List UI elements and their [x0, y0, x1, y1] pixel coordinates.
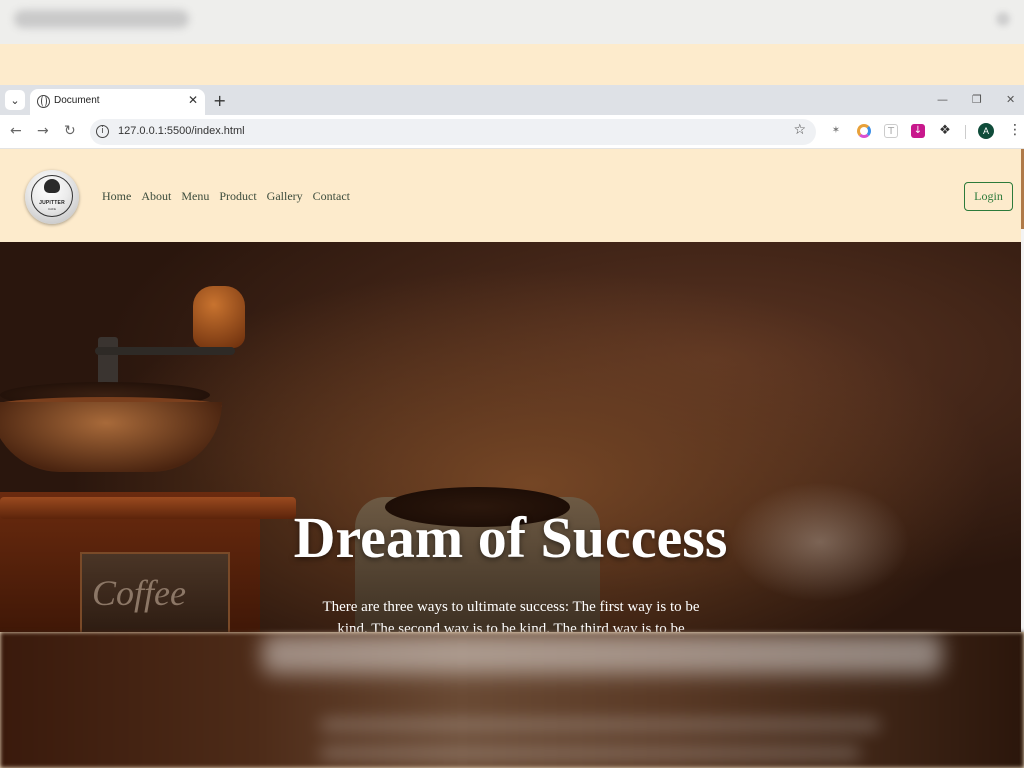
browser-toolbar: ← → ↻ i 127.0.0.1:5500/index.html ☆ ✶ T … [0, 115, 1024, 149]
hero-text: There are three ways to ultimate success… [322, 599, 700, 632]
logo-subtext: CAFE [47, 207, 56, 211]
grinder-crank-image [95, 347, 235, 355]
address-bar[interactable]: i 127.0.0.1:5500/index.html ☆ [90, 119, 816, 145]
background-band [0, 44, 1024, 85]
hero-title: Dream of Success [293, 505, 728, 570]
minimize-icon[interactable]: — [937, 93, 948, 106]
site-header: JUPITTER CAFE Home About Menu Product Ga… [0, 149, 1021, 242]
nav-item-gallery[interactable]: Gallery [267, 189, 303, 204]
plus-icon[interactable]: + [213, 91, 226, 110]
blurred-icon [996, 12, 1010, 26]
blurred-line [320, 748, 860, 758]
url-text[interactable]: 127.0.0.1:5500/index.html [118, 125, 245, 137]
login-button[interactable]: Login [964, 182, 1013, 211]
hero-section: Coffee Dream of Success There are three … [0, 242, 1021, 632]
chevron-down-icon[interactable]: ⌄ [5, 90, 25, 110]
puzzle-icon[interactable]: ❖ [938, 124, 952, 138]
grinder-bowl-image [0, 402, 222, 472]
close-icon[interactable]: ✕ [188, 93, 198, 107]
main-nav: Home About Menu Product Gallery Contact [102, 189, 350, 204]
restore-icon[interactable]: ❐ [972, 93, 982, 106]
tab-title: Document [54, 95, 100, 106]
arrow-right-icon[interactable]: → [37, 123, 49, 139]
site-logo[interactable]: JUPITTER CAFE [25, 170, 79, 224]
arrow-left-icon[interactable]: ← [10, 123, 22, 139]
extension-bug-icon[interactable]: ✶ [829, 124, 843, 138]
info-icon[interactable]: i [96, 125, 109, 138]
more-vertical-icon[interactable]: ⋮ [1008, 122, 1022, 138]
grinder-panel-lettering: Coffee [92, 573, 186, 613]
nav-item-contact[interactable]: Contact [313, 189, 350, 204]
star-icon[interactable]: ☆ [793, 122, 806, 138]
logo-emblem [44, 179, 60, 193]
toolbar-divider [965, 125, 966, 139]
blurred-text [14, 10, 189, 28]
extension-color-icon[interactable] [857, 124, 871, 138]
logo-text: JUPITTER [39, 200, 65, 206]
browser-tab[interactable]: Document ✕ [30, 89, 205, 115]
nav-item-menu[interactable]: Menu [181, 189, 209, 204]
nav-item-about[interactable]: About [141, 189, 171, 204]
nav-item-home[interactable]: Home [102, 189, 131, 204]
extension-download-icon[interactable]: ↓ [911, 124, 925, 138]
nav-item-product[interactable]: Product [219, 189, 256, 204]
reload-icon[interactable]: ↻ [64, 123, 76, 139]
close-window-icon[interactable]: ✕ [1006, 93, 1015, 106]
grinder-post-image [98, 337, 118, 387]
blurred-background-top [0, 0, 1024, 44]
blurred-line [320, 720, 880, 730]
blurred-heading [262, 634, 942, 674]
browser-tab-bar: ⌄ Document ✕ + — ❐ ✕ [0, 85, 1024, 115]
extension-text-icon[interactable]: T [884, 124, 898, 138]
grinder-knob-image [193, 286, 245, 348]
avatar[interactable]: A [978, 123, 994, 139]
blurred-background-bottom [0, 632, 1024, 768]
globe-icon [37, 95, 50, 108]
